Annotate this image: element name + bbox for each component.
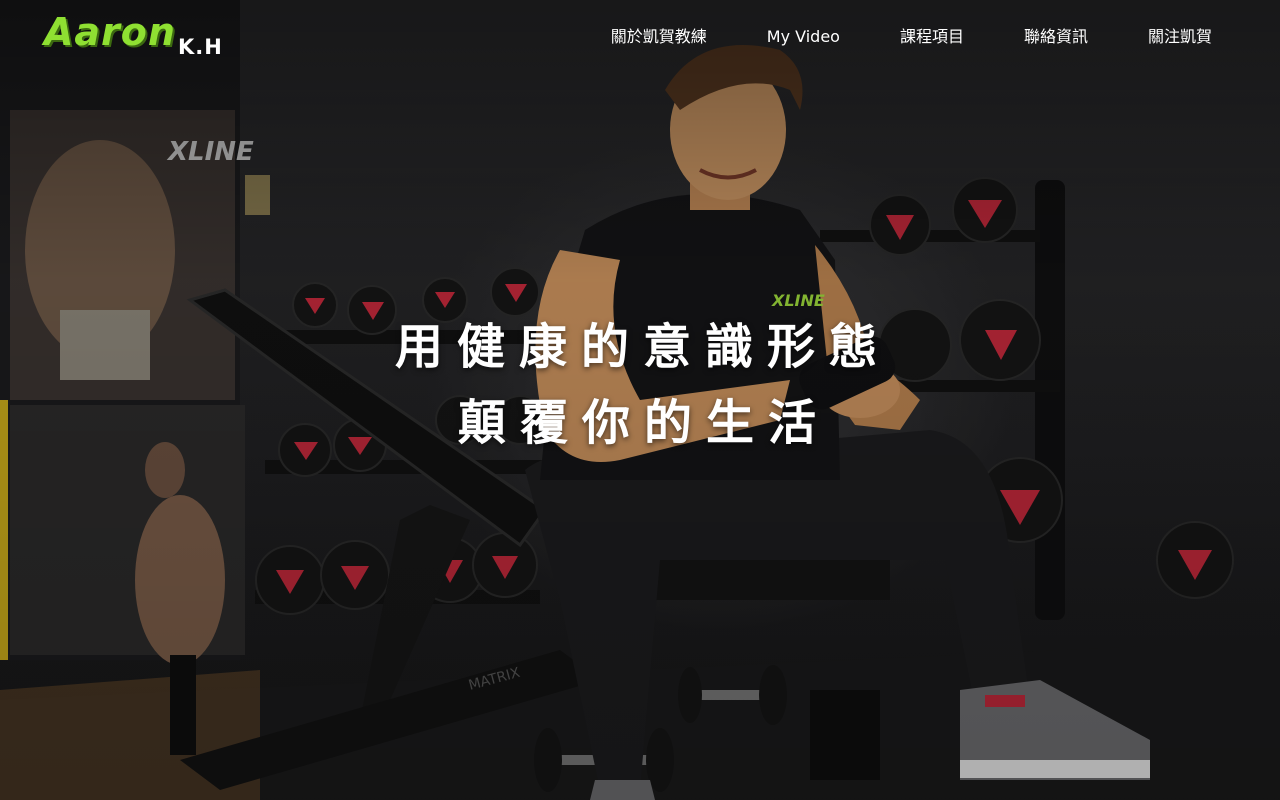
site-logo[interactable]: Aaron K.H — [44, 12, 244, 62]
poster-brand: XLINE — [166, 137, 254, 167]
nav-item-courses[interactable]: 課程項目 — [900, 24, 964, 50]
hero-headline: 用健康的意識形態 顛覆你的生活 — [0, 315, 1280, 455]
headline-line-1: 用健康的意識形態 — [394, 319, 891, 375]
logo-main-text: Aaron — [44, 10, 176, 54]
nav-item-my-video[interactable]: My Video — [767, 24, 840, 50]
nav-item-follow[interactable]: 關注凱賀 — [1148, 24, 1212, 50]
site-header: Aaron K.H 關於凱賀教練 My Video 課程項目 聯絡資訊 關注凱賀 — [0, 0, 1280, 75]
main-nav: 關於凱賀教練 My Video 課程項目 聯絡資訊 關注凱賀 — [551, 24, 1212, 50]
nav-item-contact[interactable]: 聯絡資訊 — [1024, 24, 1088, 50]
headline-line-2: 顛覆你的生活 — [457, 395, 830, 451]
nav-item-about-coach[interactable]: 關於凱賀教練 — [611, 24, 707, 50]
logo-sub-text: K.H — [178, 35, 223, 59]
shirt-brand: XLINE — [771, 291, 825, 310]
